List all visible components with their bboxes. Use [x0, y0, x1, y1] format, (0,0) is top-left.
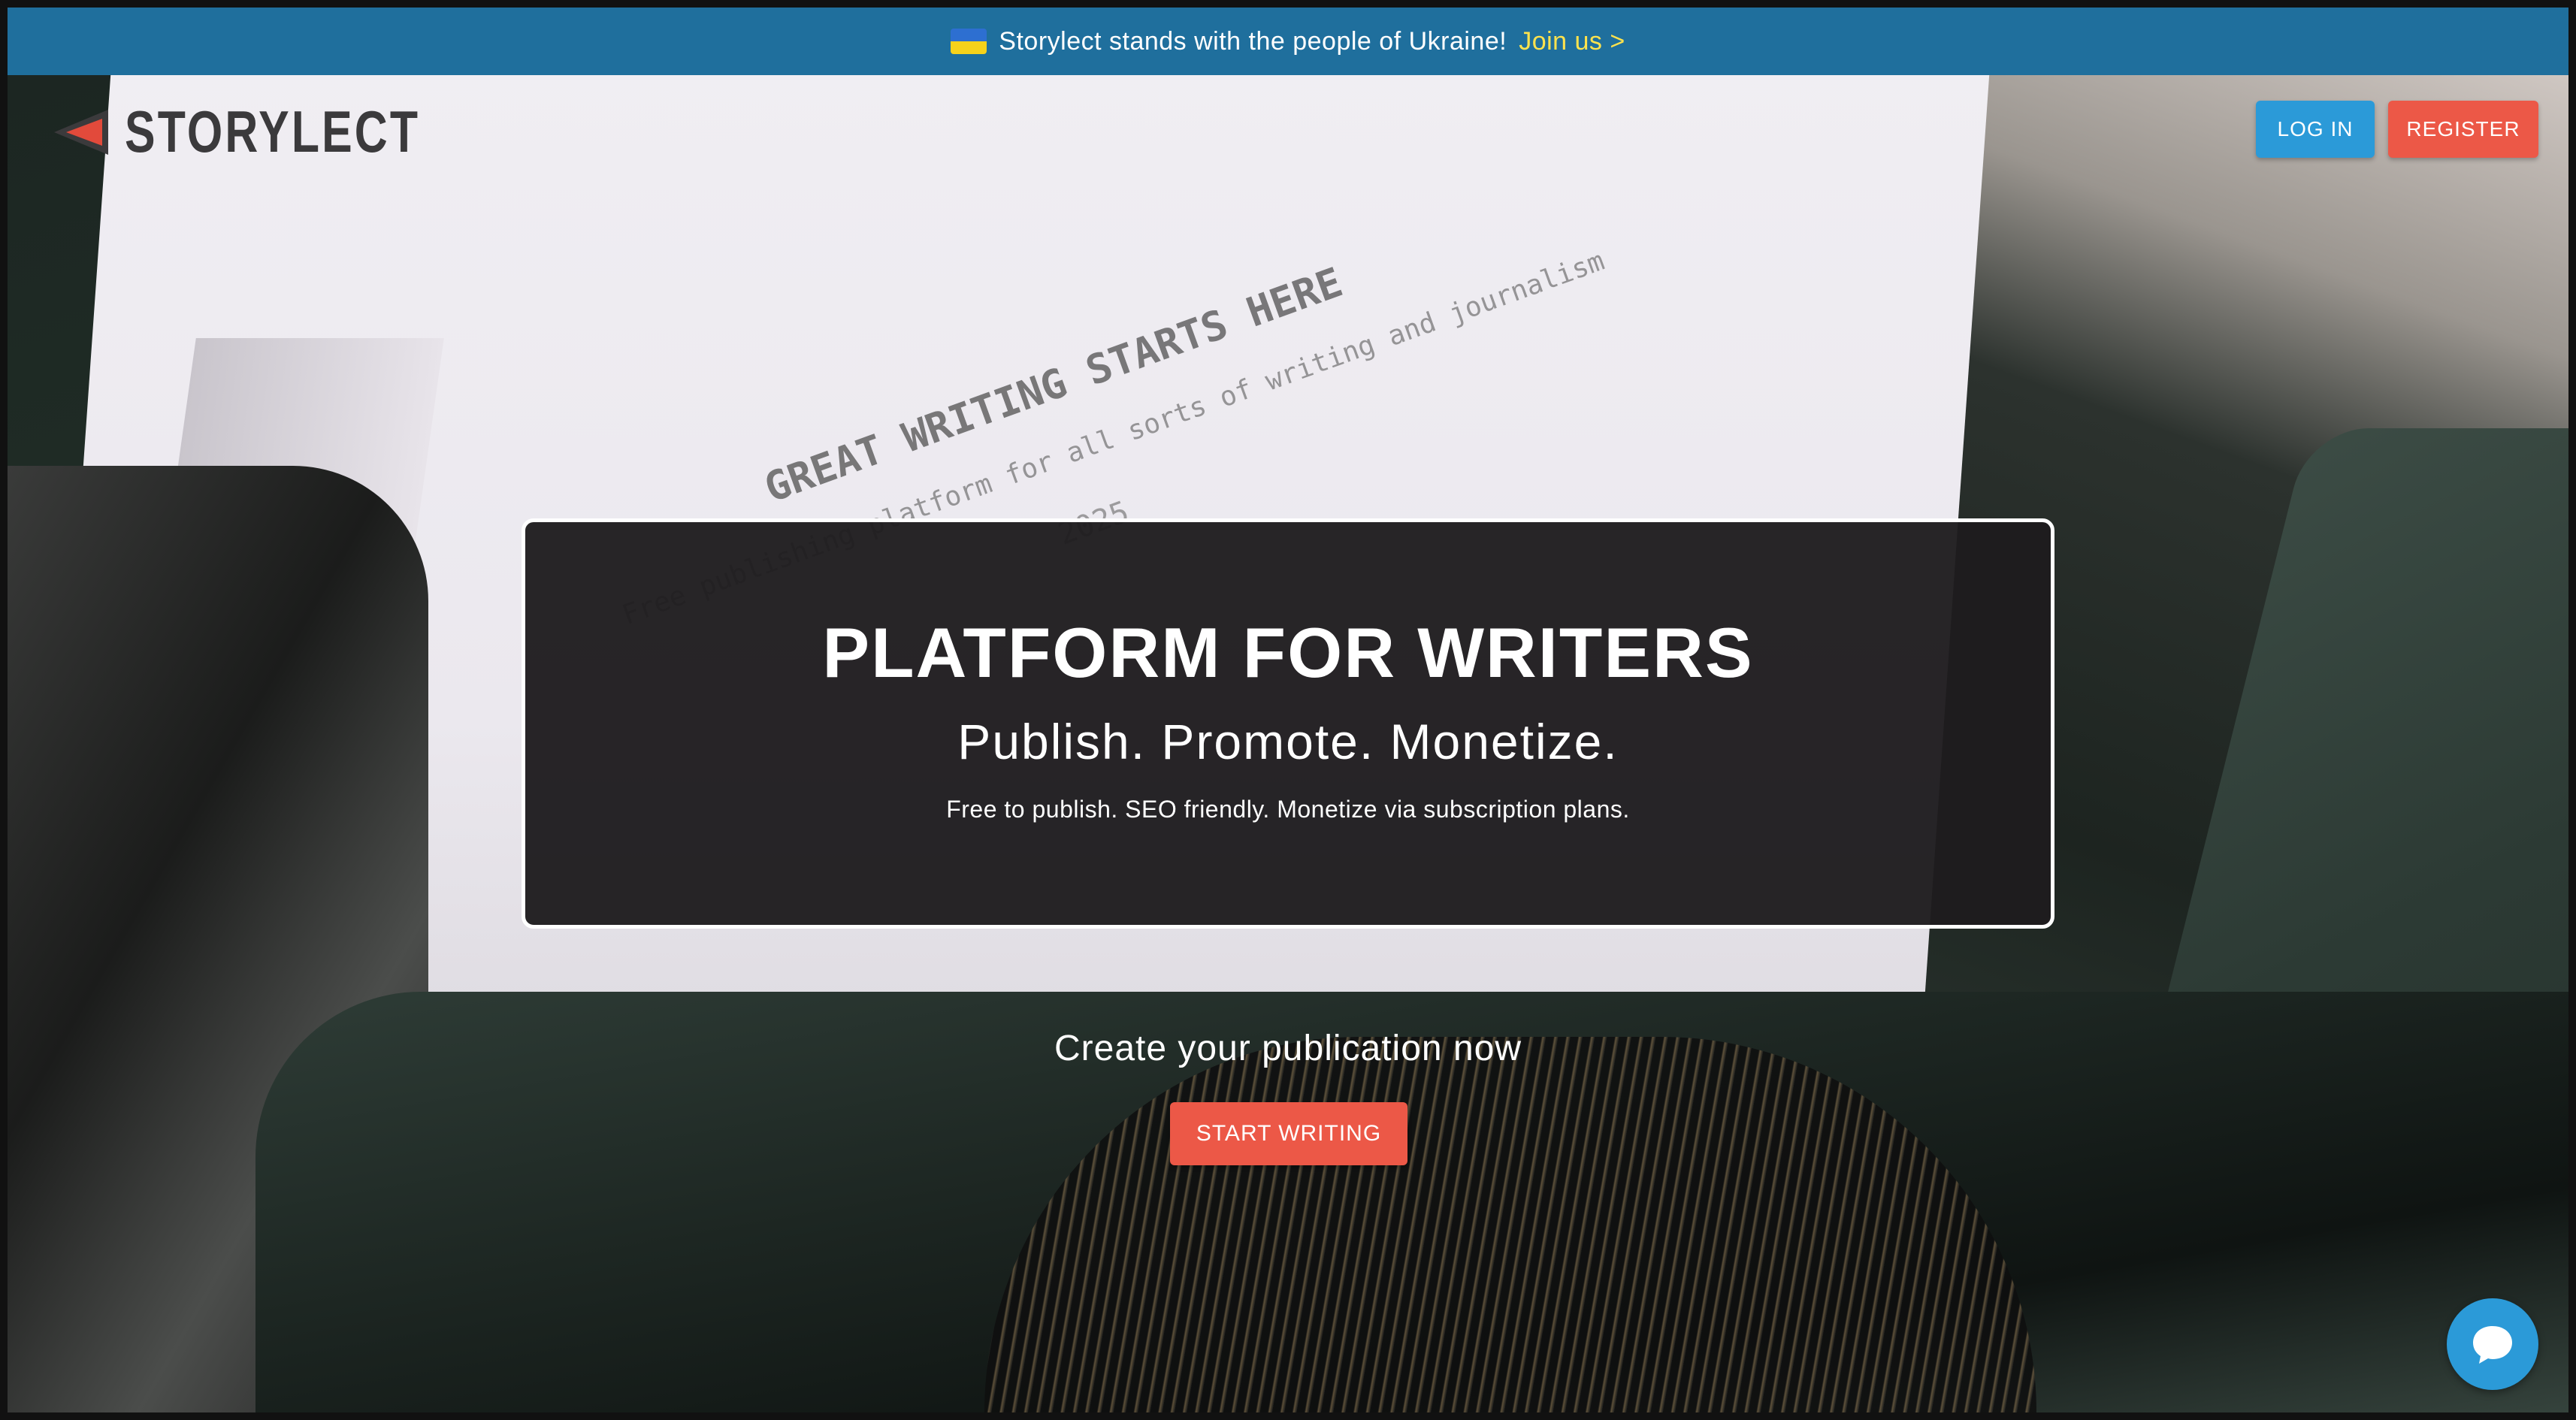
start-writing-button[interactable]: START WRITING: [1170, 1102, 1407, 1165]
hero-card: PLATFORM FOR WRITERS Publish. Promote. M…: [522, 518, 2054, 929]
hero-title: PLATFORM FOR WRITERS: [822, 613, 1754, 692]
ukraine-banner: Storylect stands with the people of Ukra…: [8, 8, 2568, 75]
hero-description: Free to publish. SEO friendly. Monetize …: [946, 796, 1630, 823]
hero-subtitle: Publish. Promote. Monetize.: [957, 714, 1619, 769]
ukraine-flag-icon: [951, 29, 987, 54]
register-button[interactable]: REGISTER: [2388, 101, 2538, 158]
login-button[interactable]: LOG IN: [2256, 101, 2375, 158]
cta-heading: Create your publication now: [1054, 1029, 1522, 1068]
page-frame: Storylect stands with the people of Ukra…: [8, 8, 2568, 1412]
join-us-link[interactable]: Join us >: [1519, 27, 1625, 56]
chat-bubble-icon[interactable]: [2447, 1298, 2538, 1390]
banner-text: Storylect stands with the people of Ukra…: [999, 26, 1507, 56]
storylect-logo[interactable]: STORYLECT: [51, 98, 503, 166]
megaphone-icon: [51, 107, 114, 158]
logo-text: STORYLECT: [125, 98, 421, 165]
